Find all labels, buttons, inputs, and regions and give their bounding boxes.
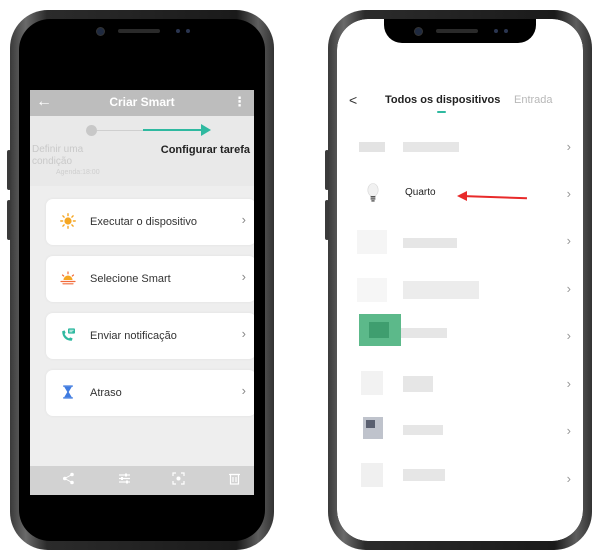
create-smart-screen: ← Criar Smart ⋮ Definir uma condição Age… (30, 90, 254, 495)
task-options-list: Executar o dispositivo › Selecione Smart… (30, 186, 254, 466)
volume-button (7, 200, 11, 240)
phone-left: ← Criar Smart ⋮ Definir uma condição Age… (7, 10, 274, 550)
device-thumbnail (359, 142, 385, 152)
bottom-toolbar (30, 466, 254, 495)
volume-button (325, 150, 329, 190)
device-row[interactable]: › (337, 409, 583, 455)
tab-indicator (437, 111, 446, 113)
step-progress: Definir uma condição Agenda:18:00 Config… (30, 116, 254, 186)
camera-icon (96, 27, 105, 36)
chevron-right-icon: › (566, 423, 571, 438)
step-line (97, 130, 143, 131)
sensor-icon (176, 29, 180, 33)
chevron-right-icon: › (566, 186, 571, 201)
tab-entrada[interactable]: Entrada (514, 94, 553, 106)
phone-screen-frame: < Todos os dispositivos Entrada › Quarto… (337, 19, 583, 541)
chevron-right-icon: › (241, 383, 246, 398)
hourglass-icon (63, 385, 73, 399)
device-row[interactable]: › (337, 267, 583, 313)
chevron-right-icon: › (566, 328, 571, 343)
all-devices-screen: < Todos os dispositivos Entrada › Quarto… (337, 19, 583, 541)
chevron-right-icon: › (566, 139, 571, 154)
sensor-icon (504, 29, 508, 33)
back-chevron-icon[interactable]: < (349, 92, 357, 108)
device-name-blurred (403, 469, 445, 481)
chevron-right-icon: › (566, 471, 571, 486)
chevron-right-icon: › (241, 326, 246, 341)
share-icon[interactable] (62, 472, 75, 485)
device-row[interactable]: › (337, 362, 583, 408)
option-run-device[interactable]: Executar o dispositivo › (46, 199, 254, 245)
trash-icon[interactable] (228, 472, 241, 485)
sun-icon (60, 213, 76, 229)
device-tabs-header: < Todos os dispositivos Entrada (337, 79, 583, 119)
app-header: ← Criar Smart ⋮ (30, 90, 254, 116)
device-thumbnail (357, 230, 387, 254)
phone-notch (66, 19, 218, 43)
device-name-blurred (403, 376, 433, 392)
device-row[interactable]: › (337, 219, 583, 265)
option-label: Enviar notificação (90, 330, 177, 342)
tab-all-devices[interactable]: Todos os dispositivos (385, 94, 500, 106)
phone-right: < Todos os dispositivos Entrada › Quarto… (325, 10, 592, 550)
camera-icon (414, 27, 423, 36)
device-name: Quarto (405, 187, 436, 198)
device-row[interactable]: › (337, 457, 583, 503)
step-line-active (143, 129, 201, 131)
annotation-arrow-head-icon (457, 191, 467, 201)
chevron-right-icon: › (241, 212, 246, 227)
option-label: Executar o dispositivo (90, 216, 197, 228)
chevron-right-icon: › (241, 269, 246, 284)
bulb-icon (367, 183, 379, 202)
speaker-icon (436, 29, 478, 33)
step-dot (86, 125, 97, 136)
chevron-right-icon: › (566, 376, 571, 391)
sensor-icon (186, 29, 190, 33)
option-delay[interactable]: Atraso › (46, 370, 254, 416)
chevron-right-icon: › (566, 281, 571, 296)
phone-notch (384, 19, 536, 43)
device-name-blurred (403, 425, 443, 435)
device-row[interactable]: › (337, 314, 583, 360)
option-label: Atraso (90, 387, 122, 399)
option-send-notification[interactable]: Enviar notificação › (46, 313, 254, 359)
device-row[interactable]: › (337, 125, 583, 171)
volume-button (325, 200, 329, 240)
step-condition-sub: Agenda:18:00 (56, 169, 100, 176)
device-name-blurred (401, 328, 447, 338)
option-select-smart[interactable]: Selecione Smart › (46, 256, 254, 302)
chevron-right-icon: › (566, 233, 571, 248)
sliders-icon[interactable] (118, 472, 131, 485)
device-name-blurred (403, 281, 479, 299)
volume-button (7, 150, 11, 190)
device-name-blurred (403, 142, 459, 152)
device-thumbnail (359, 314, 401, 346)
page-title: Criar Smart (109, 95, 175, 109)
device-name-blurred (403, 238, 457, 248)
phone-message-icon (62, 328, 75, 341)
sunrise-icon (60, 271, 76, 285)
step-condition-label: Definir uma condição (32, 144, 84, 167)
device-thumbnail (361, 371, 383, 395)
arrow-right-icon (201, 124, 211, 136)
more-options-icon[interactable]: ⋮ (233, 94, 246, 110)
speaker-icon (118, 29, 160, 33)
phone-screen-frame: ← Criar Smart ⋮ Definir uma condição Age… (19, 19, 265, 541)
step-task-label: Configurar tarefa (160, 144, 250, 156)
option-label: Selecione Smart (90, 273, 171, 285)
device-thumbnail (357, 278, 387, 302)
scan-icon[interactable] (172, 472, 185, 485)
sensor-icon (494, 29, 498, 33)
device-thumbnail (363, 417, 383, 439)
device-thumbnail (361, 463, 383, 487)
